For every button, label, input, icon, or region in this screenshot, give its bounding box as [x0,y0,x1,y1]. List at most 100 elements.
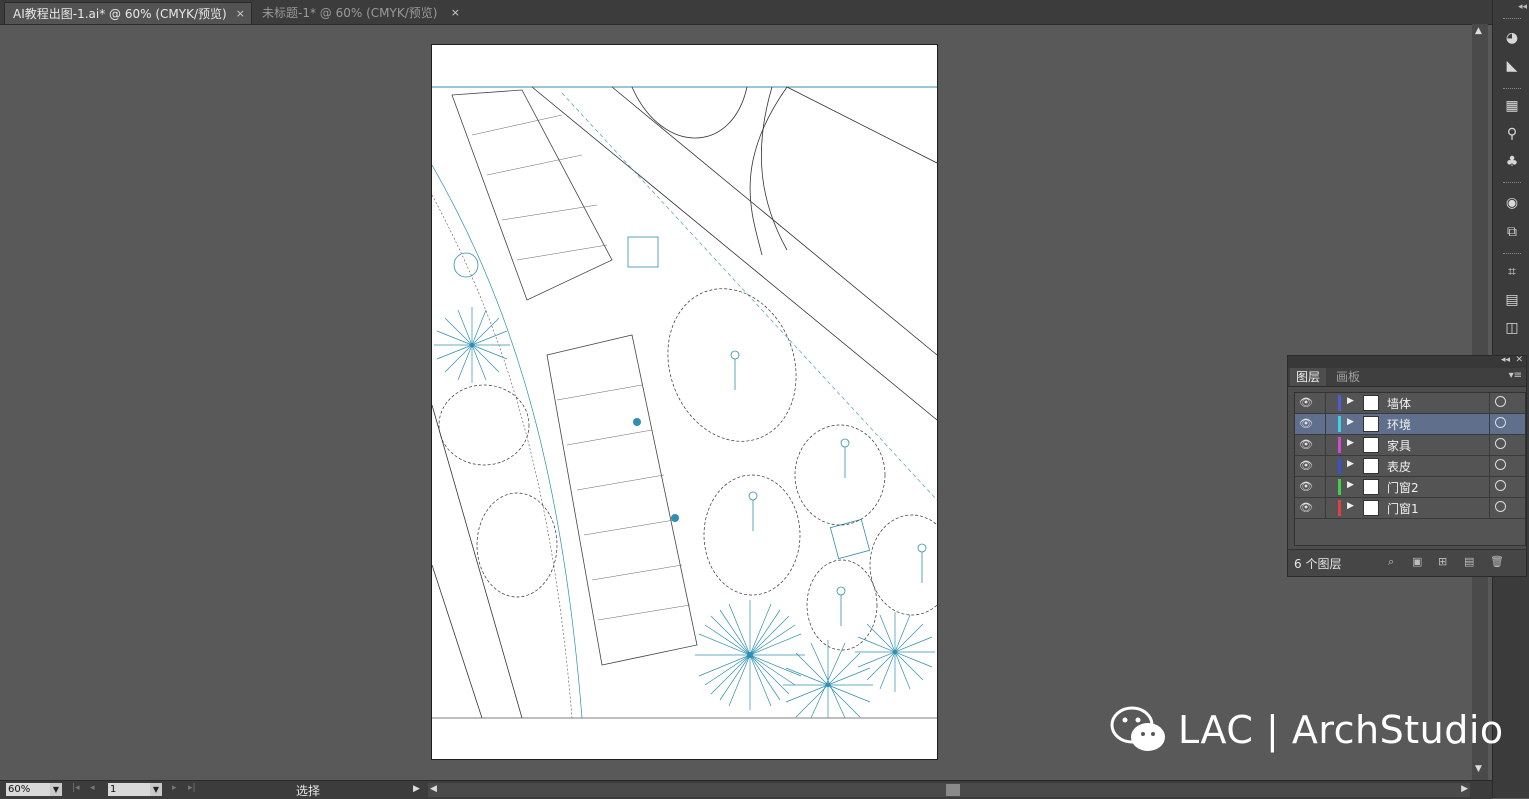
layer-row[interactable]: 👁 ▶ 门窗2 [1295,477,1525,498]
expand-triangle-icon[interactable]: ▶ [1347,480,1354,490]
first-page-icon[interactable]: |◂ [72,783,80,793]
layer-count: 6 个图层 [1294,557,1342,571]
pathfinder-icon[interactable]: ◫ [1501,318,1523,338]
tab-label: AI教程出图-1.ai* @ 60% (CMYK/预览) [13,7,227,21]
layer-name[interactable]: 表皮 [1387,458,1411,475]
expand-triangle-icon[interactable]: ▶ [1347,417,1354,427]
column-divider [1325,393,1326,413]
close-icon[interactable]: × [236,3,245,25]
layer-row[interactable]: 👁 ▶ 门窗1 [1295,498,1525,519]
target-circle-icon[interactable] [1495,459,1506,470]
target-circle-icon[interactable] [1495,438,1506,449]
align-icon[interactable]: ▤ [1501,290,1523,310]
page-dropdown-icon[interactable]: ▼ [150,783,162,796]
eye-icon[interactable]: 👁 [1299,417,1313,430]
tab-untitled[interactable]: 未标题-1* @ 60% (CMYK/预览) × [254,2,466,24]
brushes-icon[interactable]: ⚲ [1501,124,1523,144]
locate-object-icon[interactable]: ⌕ [1388,555,1394,569]
double-left-arrow-icon[interactable]: ◂◂ [1501,355,1510,365]
dock-grip[interactable] [1503,182,1521,185]
tab-artboards[interactable]: 画板 [1330,368,1366,386]
scroll-right-icon[interactable]: ▶ [1461,784,1468,794]
eye-icon[interactable]: 👁 [1299,396,1313,409]
expand-triangle-icon[interactable]: ▶ [1347,459,1354,469]
layer-name[interactable]: 墙体 [1387,395,1411,412]
layer-name[interactable]: 家具 [1387,437,1411,454]
last-page-icon[interactable]: ▸| [188,783,196,793]
layer-row[interactable]: 👁 ▶ 表皮 [1295,456,1525,477]
layer-row[interactable]: 👁 ▶ 墙体 [1295,393,1525,414]
clipping-mask-icon[interactable]: ▣ [1412,555,1422,568]
layer-thumbnail [1363,437,1379,453]
scroll-up-icon[interactable]: ▲ [1475,26,1482,36]
document-tab-bar: AI教程出图-1.ai* @ 60% (CMYK/预览) × 未标题-1* @ … [0,0,1492,25]
layer-name[interactable]: 门窗2 [1387,479,1419,496]
layer-name[interactable]: 环境 [1387,416,1411,433]
tab-ai-tutorial[interactable]: AI教程出图-1.ai* @ 60% (CMYK/预览) × [4,2,252,24]
wechat-icon [1110,706,1165,751]
new-sublayer-icon[interactable]: ⊞ [1438,555,1447,568]
close-icon[interactable]: × [451,2,460,24]
swatches-icon[interactable]: ▦ [1501,96,1523,116]
eye-icon[interactable]: 👁 [1299,501,1313,514]
layer-color-bar [1338,395,1341,411]
layer-row[interactable]: 👁 ▶ 家具 [1295,435,1525,456]
layer-color-bar [1338,479,1341,495]
eye-icon[interactable]: 👁 [1299,459,1313,472]
column-divider [1325,498,1326,518]
target-circle-icon[interactable] [1495,501,1506,512]
zoom-field[interactable]: 60% [6,783,50,796]
zoom-dropdown-icon[interactable]: ▼ [50,783,62,796]
next-page-icon[interactable]: ▸ [172,783,177,793]
column-divider [1325,414,1326,434]
expand-triangle-icon[interactable]: ▶ [1347,501,1354,511]
color-guide-icon[interactable]: ◣ [1501,56,1523,76]
eye-icon[interactable]: 👁 [1299,438,1313,451]
dock-grip[interactable] [1503,18,1521,21]
appearance-icon[interactable]: ◉ [1501,193,1523,213]
layer-thumbnail [1363,416,1379,432]
page-field[interactable]: 1 [108,783,150,796]
status-menu-arrow-icon[interactable]: ▶ [413,784,420,794]
expand-triangle-icon[interactable]: ▶ [1347,438,1354,448]
layer-color-bar [1338,458,1341,474]
dock-grip[interactable] [1503,88,1521,91]
column-divider [1489,393,1490,413]
new-layer-icon[interactable]: ▤ [1464,555,1474,568]
layers-panel: ◂◂ ✕ 图层 画板 ▾≡ 👁 ▶ 墙体 👁 ▶ 环境 👁 ▶ 家具 👁 ▶ 表… [1287,355,1527,577]
status-bar: 60% ▼ |◂ ◂ 1 ▼ ▸ ▸| 选择 ▶ ◀ ▶ [0,780,1492,799]
column-divider [1489,435,1490,455]
layer-name[interactable]: 门窗1 [1387,500,1419,517]
target-circle-icon[interactable] [1495,396,1506,407]
tab-layers[interactable]: 图层 [1290,368,1327,386]
artboard[interactable] [431,44,955,760]
target-circle-icon[interactable] [1495,417,1506,428]
layer-row[interactable]: 👁 ▶ 环境 [1295,414,1525,435]
scroll-down-icon[interactable]: ▼ [1475,764,1482,774]
dock-grip[interactable] [1503,253,1521,256]
transform-icon[interactable]: ⌗ [1501,262,1523,282]
color-palette-icon[interactable]: ◕ [1501,28,1523,48]
target-circle-icon[interactable] [1495,480,1506,491]
close-icon[interactable]: ✕ [1515,355,1523,365]
layer-color-bar [1338,416,1341,432]
layers-panel-footer: 6 个图层 ⌕ ▣ ⊞ ▤ 🗑 [1288,549,1526,576]
graphic-styles-icon[interactable]: ⧉ [1501,222,1523,242]
eye-icon[interactable]: 👁 [1299,480,1313,493]
prev-page-icon[interactable]: ◂ [90,783,95,793]
column-divider [1489,498,1490,518]
expand-triangle-icon[interactable]: ▶ [1347,396,1354,406]
layer-thumbnail [1363,395,1379,411]
scroll-left-icon[interactable]: ◀ [430,784,437,794]
panel-title-strip[interactable]: ◂◂ ✕ [1288,355,1526,368]
watermark-text: LAC | ArchStudio [1178,708,1504,752]
scroll-thumb[interactable] [946,784,960,796]
panel-menu-icon[interactable]: ▾≡ [1509,370,1522,381]
horizontal-scrollbar[interactable]: ◀ ▶ [428,783,1470,797]
symbols-icon[interactable]: ♣ [1501,152,1523,172]
layer-thumbnail [1363,479,1379,495]
delete-layer-icon[interactable]: 🗑 [1490,555,1504,568]
column-divider [1325,477,1326,497]
expand-dock-icon[interactable]: ◂◂ [1518,2,1527,12]
tool-status: 选择 [296,784,321,798]
